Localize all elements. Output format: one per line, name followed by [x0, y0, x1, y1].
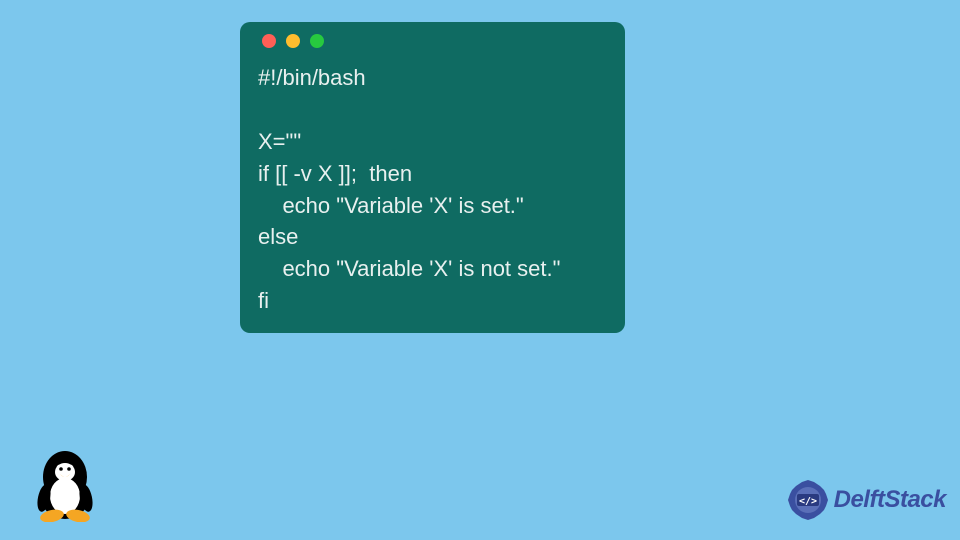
code-window: #!/bin/bash X="" if [[ -v X ]]; then ech… [240, 22, 625, 333]
tux-penguin-icon [30, 442, 100, 522]
code-content: #!/bin/bash X="" if [[ -v X ]]; then ech… [258, 62, 607, 317]
maximize-icon [310, 34, 324, 48]
close-icon [262, 34, 276, 48]
window-controls [258, 34, 607, 48]
code-brackets-badge-icon: </> [786, 478, 830, 522]
minimize-icon [286, 34, 300, 48]
svg-text:</>: </> [799, 496, 817, 507]
delftstack-logo: </> DelftStack [786, 478, 946, 522]
brand-name: DelftStack [834, 486, 946, 514]
